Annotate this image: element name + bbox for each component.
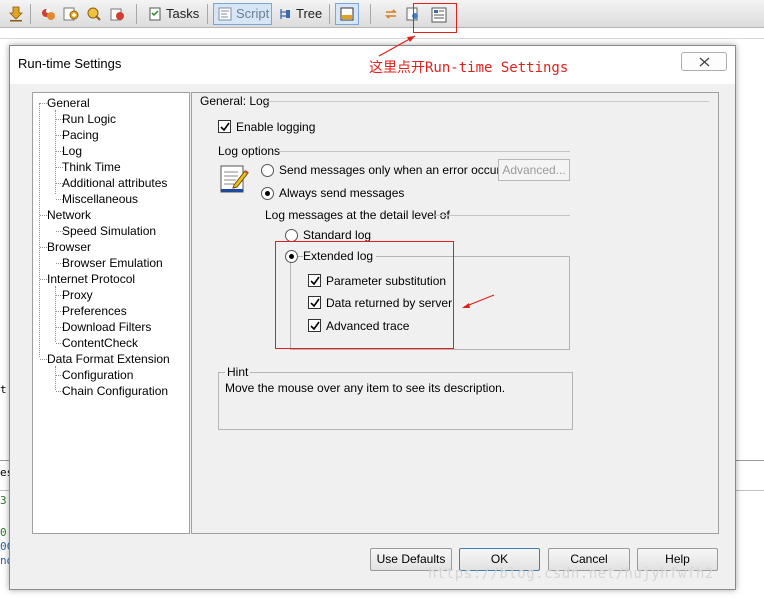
tree-item-proxy[interactable]: Proxy [62, 287, 93, 303]
tree-item-run-logic[interactable]: Run Logic [62, 111, 116, 127]
tree-connector [55, 110, 56, 194]
transaction-icon[interactable] [109, 6, 125, 22]
panel-title: General: Log [200, 94, 270, 108]
checkmark-icon [220, 122, 230, 132]
annotation-text: 这里点开Run-time Settings [369, 60, 569, 76]
tree-item-general[interactable]: General [47, 95, 90, 111]
insert-step-icon[interactable] [63, 6, 79, 22]
tree-item-preferences[interactable]: Preferences [62, 303, 127, 319]
refresh-icon[interactable] [383, 6, 399, 22]
tasks-button[interactable]: Tasks [143, 3, 204, 25]
toolbar-separator [329, 4, 330, 24]
toolbar: Tasks Script Tree [0, 0, 764, 28]
close-icon [699, 57, 710, 67]
output-window-button[interactable] [335, 3, 359, 25]
background-text-fragment: 3 [0, 494, 7, 507]
script-icon [218, 7, 232, 21]
advanced-button[interactable]: Advanced... [498, 159, 570, 181]
tree-item-chain-configuration[interactable]: Chain Configuration [62, 383, 168, 399]
tree-item-network[interactable]: Network [47, 207, 91, 223]
toolbar-separator [136, 4, 137, 24]
send-on-error-radio[interactable] [261, 164, 274, 177]
tree-item-browser[interactable]: Browser [47, 239, 91, 255]
tree-connector [40, 359, 47, 360]
background-text-fragment: 0 [0, 526, 7, 539]
toolbar-separator [30, 4, 31, 24]
detail-level-title: Log messages at the detail level of [265, 208, 450, 222]
enable-logging-checkbox[interactable] [218, 120, 231, 133]
toolbar-separator [207, 4, 208, 24]
tree-item-download-filters[interactable]: Download Filters [62, 319, 151, 335]
tree-connector [55, 366, 56, 390]
tree-label: Tree [296, 6, 323, 21]
always-send-radio[interactable] [261, 187, 274, 200]
tree-item-browser-emulation[interactable]: Browser Emulation [62, 255, 163, 271]
tasks-icon [149, 7, 161, 21]
search-step-icon[interactable] [86, 6, 102, 22]
tree-item-internet-protocol[interactable]: Internet Protocol [47, 271, 135, 287]
annotation-box-toolbar [413, 3, 457, 33]
always-send-label[interactable]: Always send messages [279, 186, 404, 200]
component-icon[interactable] [40, 6, 56, 22]
log-options-icon [220, 163, 250, 195]
output-window-icon [340, 7, 354, 21]
watermark: https://blog.csdn.net/hujyhfwfh2 [428, 566, 714, 582]
tree-item-log[interactable]: Log [62, 143, 82, 159]
tree-item-configuration[interactable]: Configuration [62, 367, 133, 383]
hint-title: Hint [225, 365, 251, 379]
annotation-arrow-icon [378, 35, 416, 57]
tree-connector [40, 103, 47, 104]
hint-text: Move the mouse over any item to see its … [225, 381, 506, 395]
detail-level-rule [435, 215, 570, 216]
settings-tree[interactable]: General Run Logic Pacing Log Think Time … [32, 92, 190, 534]
tasks-label: Tasks [166, 6, 200, 21]
tree-view-button[interactable]: Tree [273, 3, 327, 25]
tree-item-pacing[interactable]: Pacing [62, 127, 99, 143]
background-text-fragment: t [0, 383, 7, 396]
tree-item-data-format-extension[interactable]: Data Format Extension [47, 351, 170, 367]
tree-connector [39, 103, 40, 357]
tree-connector [40, 247, 47, 248]
tree-icon [280, 9, 290, 19]
toolbar-separator [370, 4, 371, 24]
send-on-error-label[interactable]: Send messages only when an error occurs [279, 163, 506, 177]
tree-connector [40, 279, 47, 280]
standard-log-label[interactable]: Standard log [303, 228, 371, 242]
download-arrow-icon[interactable] [8, 6, 24, 22]
log-settings-panel: General: Log Enable logging Log options … [191, 92, 719, 534]
log-options-rule [278, 151, 570, 152]
tree-item-additional-attributes[interactable]: Additional attributes [62, 175, 167, 191]
script-label: Script [236, 6, 270, 21]
script-view-button[interactable]: Script [213, 3, 272, 25]
tree-connector [40, 215, 47, 216]
tree-item-speed-simulation[interactable]: Speed Simulation [62, 223, 156, 239]
dialog-title: Run-time Settings [18, 56, 122, 71]
tree-item-miscellaneous[interactable]: Miscellaneous [62, 191, 138, 207]
annotation-arrow-icon [462, 294, 495, 308]
annotation-box-extended-log [275, 241, 454, 349]
enable-logging-label[interactable]: Enable logging [236, 120, 315, 134]
tree-item-think-time[interactable]: Think Time [62, 159, 121, 175]
log-options-title: Log options [218, 144, 281, 158]
close-button[interactable] [681, 52, 727, 71]
tree-item-contentcheck[interactable]: ContentCheck [62, 335, 138, 351]
panel-title-rule [264, 101, 709, 102]
